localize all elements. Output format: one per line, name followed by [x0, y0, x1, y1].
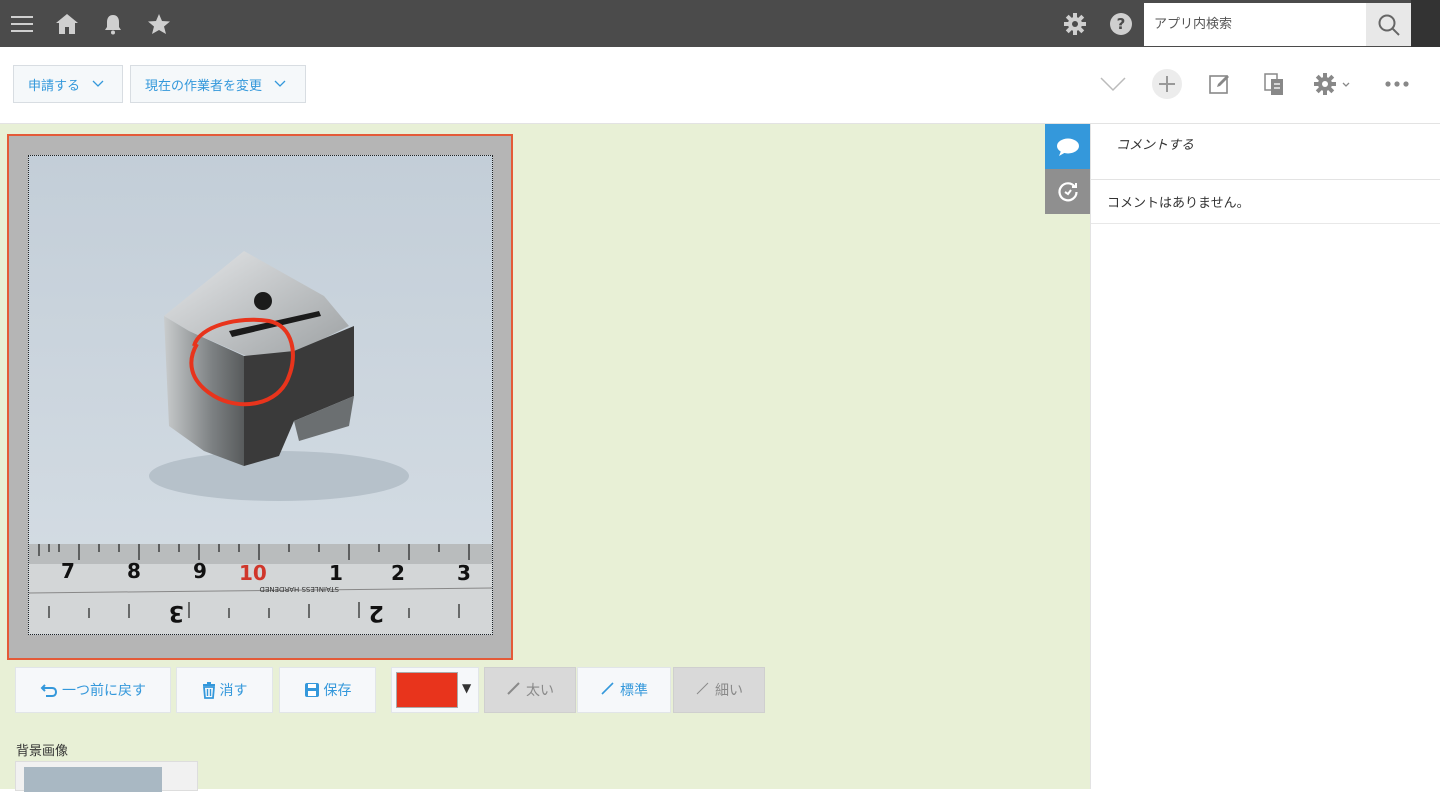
comment-placeholder: コメントする: [1116, 138, 1195, 153]
ruler-number: 7: [61, 559, 75, 583]
chevron-down-icon: [92, 77, 104, 92]
thumbnail-image: [24, 767, 162, 792]
thin-label: 細い: [715, 683, 743, 699]
change-assignee-label: 現在の作業者を変更: [145, 78, 263, 94]
bell-icon[interactable]: [100, 0, 126, 47]
photo-metal-part: 7 8 9 10 1 2 3 3 2 STAINLESS HARDENED: [29, 156, 492, 634]
help-icon[interactable]: ?: [1108, 0, 1134, 47]
ruler-lower-number: 3: [169, 600, 184, 625]
normal-label: 標準: [620, 683, 648, 699]
drawing-canvas-frame: 7 8 9 10 1 2 3 3 2 STAINLESS HARDENED: [7, 134, 513, 660]
save-label: 保存: [323, 683, 352, 699]
ruler-number: 2: [391, 561, 405, 585]
app-search-input[interactable]: [1144, 3, 1366, 46]
ruler-number: 9: [193, 559, 207, 583]
color-picker[interactable]: ▼: [391, 667, 479, 713]
undo-label: 一つ前に戻す: [62, 683, 146, 699]
record-settings-button[interactable]: [1310, 65, 1356, 103]
ruler-number: 8: [127, 559, 141, 583]
svg-text:?: ?: [1117, 15, 1126, 33]
drawing-canvas[interactable]: 7 8 9 10 1 2 3 3 2 STAINLESS HARDENED: [28, 155, 493, 635]
copy-record-button[interactable]: [1260, 65, 1288, 103]
apply-dropdown[interactable]: 申請する: [13, 65, 123, 103]
save-icon: [304, 683, 319, 697]
edit-record-button[interactable]: [1206, 65, 1234, 103]
search-button[interactable]: [1366, 3, 1411, 46]
undo-button[interactable]: 一つ前に戻す: [15, 667, 171, 713]
add-icon: [1152, 69, 1182, 99]
history-icon: [1057, 181, 1078, 201]
record-action-bar: 申請する 現在の作業者を変更: [0, 47, 1440, 124]
pen-icon: [695, 680, 711, 700]
delete-button[interactable]: 消す: [176, 667, 273, 713]
change-assignee-dropdown[interactable]: 現在の作業者を変更: [130, 65, 306, 103]
comment-sidebar: コメントする コメントはありません。: [1090, 124, 1440, 789]
header-edge: [1411, 0, 1440, 47]
add-record-button[interactable]: [1150, 65, 1184, 103]
caret-down-icon: ▼: [462, 681, 472, 695]
pen-thin-button[interactable]: 細い: [673, 667, 765, 713]
copy-icon: [1264, 73, 1283, 95]
comment-input[interactable]: コメントする: [1091, 124, 1440, 180]
tab-comments[interactable]: [1045, 124, 1090, 169]
color-swatch: [396, 672, 458, 708]
menu-icon[interactable]: [8, 0, 36, 47]
comment-icon: [1056, 138, 1079, 156]
edit-icon: [1209, 75, 1229, 94]
pen-normal-button[interactable]: 標準: [577, 667, 671, 713]
sidebar-tabs: [1045, 124, 1090, 214]
background-image-thumbnail[interactable]: [15, 761, 198, 792]
apply-label: 申請する: [28, 78, 81, 94]
record-detail-area: 7 8 9 10 1 2 3 3 2 STAINLESS HARDENED 一つ…: [0, 124, 1090, 792]
more-options-button[interactable]: [1380, 65, 1414, 103]
thick-label: 太い: [526, 683, 554, 699]
tab-history[interactable]: [1045, 169, 1090, 214]
trash-icon: [202, 681, 215, 699]
ruler-lower-number: 2: [369, 600, 384, 625]
no-comments-message: コメントはありません。: [1091, 180, 1440, 224]
pen-thick-button[interactable]: 太い: [484, 667, 576, 713]
pen-icon: [506, 680, 522, 700]
settings-icon: [1314, 73, 1350, 95]
star-icon[interactable]: [146, 0, 172, 47]
more-icon: [1385, 81, 1409, 87]
gear-icon[interactable]: [1062, 0, 1088, 47]
chevron-down-icon[interactable]: [1098, 65, 1128, 103]
save-button[interactable]: 保存: [279, 667, 376, 713]
search-icon: [1378, 14, 1400, 36]
undo-icon: [40, 684, 58, 697]
chevron-down-icon: [274, 77, 286, 92]
ruler-number: 1: [329, 561, 343, 585]
global-header: ?: [0, 0, 1440, 47]
ruler-number: 3: [457, 561, 471, 585]
pen-icon: [600, 680, 616, 700]
delete-label: 消す: [219, 683, 248, 699]
background-image-label: 背景画像: [16, 744, 69, 759]
ruler-number: 10: [239, 561, 267, 585]
home-icon[interactable]: [54, 0, 80, 47]
ruler-stamp: STAINLESS HARDENED: [260, 585, 339, 593]
